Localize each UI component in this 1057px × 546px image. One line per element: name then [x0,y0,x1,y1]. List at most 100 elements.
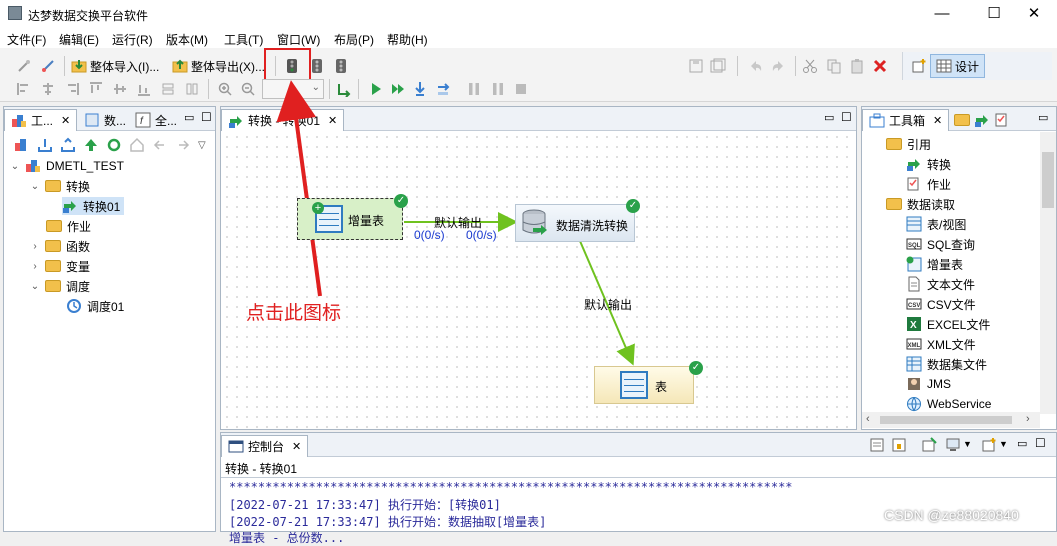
toolbox-item-xml-file[interactable]: XML XML文件 [906,335,976,353]
toolbox-icon [869,113,885,127]
display-console-icon[interactable] [945,437,961,453]
table-icon [906,216,922,232]
annotation-arrow [276,80,322,297]
clear-console-icon[interactable] [869,437,885,453]
console-line: [2022-07-21 17:33:47] 执行开始：[转换01] [229,498,501,512]
node-table[interactable]: 表 ✓ [594,361,703,404]
node-incremental-table[interactable]: + 增量表 ✓ [297,194,408,240]
annotation-text: 点击此图标 [246,303,342,324]
horizontal-scrollbar[interactable]: ‹ › [862,412,1040,428]
edge-label: 默认输出 [584,298,633,312]
folder-icon [886,138,902,150]
maximize-panel-icon[interactable]: ☐ [1035,436,1046,450]
toolbox-tabbar: 工具箱 ✕ ▭ [862,107,1056,131]
edge-rate: 0(0/s) [466,228,497,242]
toolbox-item-excel-file[interactable]: X EXCEL文件 [906,315,990,333]
text-file-icon [908,276,920,292]
plus-icon: + [312,202,324,214]
tab-toolbox-extra[interactable] [948,109,1016,131]
check-icon: ✓ [394,194,408,208]
toolbox-item-text-file[interactable]: 文本文件 [906,275,975,293]
svg-text:SQL: SQL [908,243,921,249]
incremental-table-icon [906,256,922,272]
vertical-scrollbar[interactable] [1040,132,1056,414]
watermark: CSDN @ze88020840 [884,507,1019,523]
excel-icon: X [907,317,921,331]
job-icon [995,113,1007,127]
toolbox-label: WebService [927,397,992,411]
toolbox-item-csv-file[interactable]: CSV CSV文件 [906,295,976,313]
scrollbar-thumb[interactable] [880,416,1012,424]
toolbox-item-job[interactable]: 作业 [906,175,951,193]
toolbox-label: JMS [927,377,951,391]
console-subtitle: 转换 - 转换01 [225,462,298,476]
job-icon [907,177,919,191]
check-icon: ✓ [689,361,703,375]
console-separator-line: ****************************************… [229,480,793,494]
toolbox-item-incremental-table[interactable]: 增量表 [906,255,963,273]
node-label: 数据清洗转换 [556,219,629,233]
toolbox-label: SQL查询 [927,237,976,252]
toolbox-label: 文本文件 [927,277,976,292]
xml-icon: XML [906,338,922,350]
svg-text:CSV: CSV [908,303,920,309]
toolbox-label: 引用 [907,137,932,152]
pin-console-icon[interactable] [921,437,937,453]
divider [221,477,1056,478]
scroll-lock-icon[interactable] [891,437,907,453]
minimize-panel-icon[interactable]: ▭ [1017,437,1027,450]
node-label: 表 [655,380,668,394]
toolbox-label: 数据读取 [907,197,956,212]
toolbox-list: 引用 转换 作业 数据读取 表/视图 SQL SQL查询 增量表 文本文件 CSV… [862,132,1040,412]
webservice-icon [907,397,921,412]
folder-icon [886,198,902,210]
tab-toolbox-label: 工具箱 [889,114,926,128]
toolbox-item-jms[interactable]: JMS [906,375,951,393]
close-icon[interactable]: ✕ [292,440,301,453]
sql-icon: SQL [906,238,922,250]
check-icon: ✓ [626,199,640,213]
csv-icon: CSV [906,298,922,310]
transform-icon [975,115,988,127]
close-icon[interactable]: ✕ [933,114,942,127]
toolbox-folder-reference[interactable]: 引用 [886,135,931,153]
dataset-icon [906,356,922,372]
tab-console[interactable]: 控制台 ✕ [221,435,309,457]
svg-text:XML: XML [908,343,921,349]
toolbox-item-webservice[interactable]: WebService [906,395,991,412]
toolbox-label: 表/视图 [927,217,967,232]
toolbox-item-dataset-file[interactable]: 数据集文件 [906,355,987,373]
node-data-cleanse[interactable]: 数据清洗转换 ✓ [515,199,640,242]
toolbox-item-table-view[interactable]: 表/视图 [906,215,966,233]
toolbox-folder-data-read[interactable]: 数据读取 [886,195,955,213]
chevron-down-icon[interactable]: ▼ [963,439,972,449]
jms-icon [908,378,920,390]
table-icon [620,371,648,399]
console-tabbar: 控制台 ✕ ▼ ▼ ▭ ☐ [221,433,1056,457]
toolbox-label: CSV文件 [927,297,976,312]
toolbox-item-sql-query[interactable]: SQL SQL查询 [906,235,975,253]
console-line: [2022-07-21 17:33:47] 执行开始：数据抽取[增量表] [229,515,547,529]
toolbox-item-transform[interactable]: 转换 [906,155,951,173]
node-label: 增量表 [348,214,385,228]
database-icon [522,209,547,235]
toolbox-label: XML文件 [927,337,976,352]
toolbox-label: 增量表 [927,257,964,272]
toolbox-label: 作业 [927,177,952,192]
tab-toolbox[interactable]: 工具箱 ✕ [862,109,950,131]
open-console-icon[interactable] [981,437,997,453]
scroll-left-icon[interactable]: ‹ [866,413,870,425]
tab-console-label: 控制台 [248,440,285,454]
console-icon [228,440,244,452]
chevron-down-icon[interactable]: ▼ [999,439,1008,449]
scroll-right-icon[interactable]: › [1026,413,1030,425]
toolbox-label: EXCEL文件 [927,317,991,332]
minimize-panel-icon[interactable]: ▭ [1038,111,1048,124]
toolbox-panel: 工具箱 ✕ ▭ 引用 转换 作业 数据读取 表/视图 SQL SQL查询 增量表 … [861,106,1057,430]
transform-icon [907,159,920,171]
edge-rate: 0(0/s) [414,228,445,242]
scrollbar-thumb[interactable] [1042,152,1054,208]
svg-text:X: X [910,320,917,331]
folder-icon [954,114,970,126]
toolbox-label: 数据集文件 [927,357,988,372]
